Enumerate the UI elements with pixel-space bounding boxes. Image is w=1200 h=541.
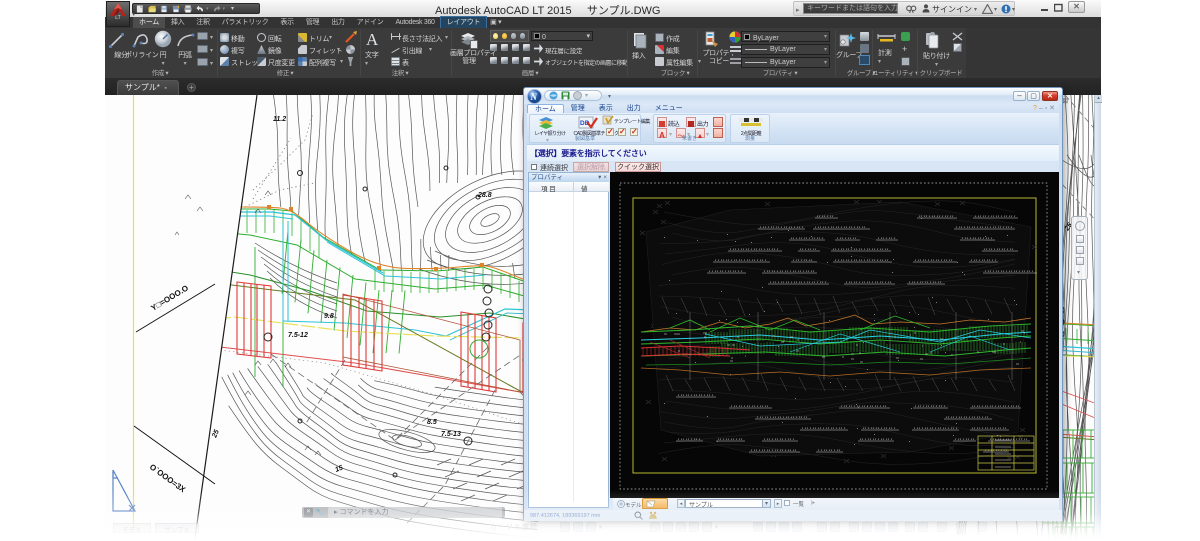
svg-text:28.8: 28.8 [477,192,492,199]
svg-text:7.5-12: 7.5-12 [288,332,308,339]
svg-text:N: N [530,92,538,102]
svg-text:11.2: 11.2 [273,116,286,123]
svg-text:8.5: 8.5 [427,419,437,426]
svg-text:7.5-13: 7.5-13 [441,431,461,438]
svg-text:9.8: 9.8 [324,313,334,320]
